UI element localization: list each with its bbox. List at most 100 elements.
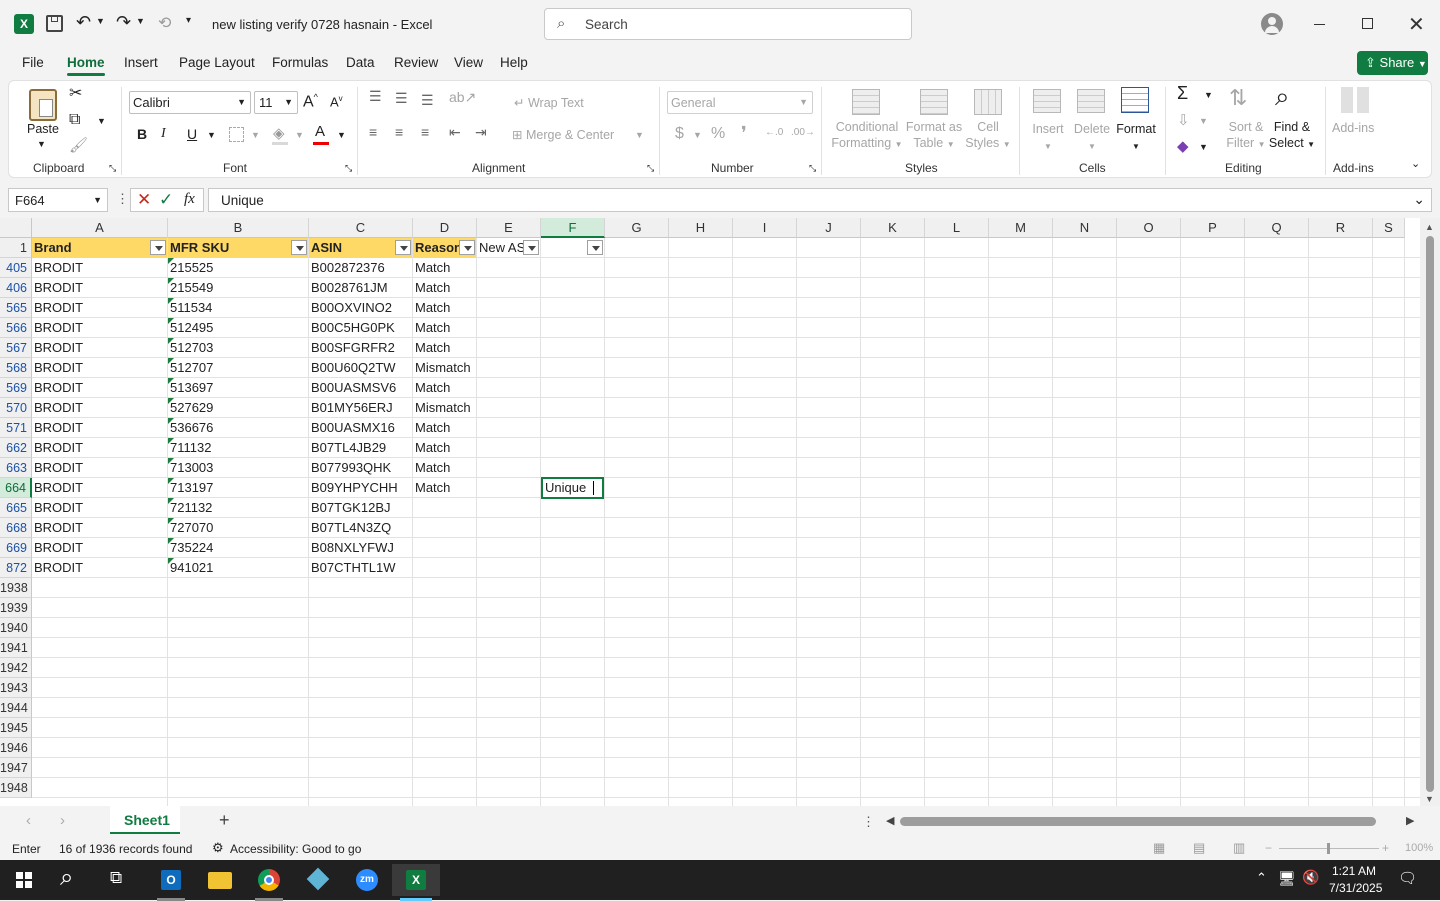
excel-taskbar-icon[interactable]: X	[392, 864, 440, 901]
customize-toolbar-icon[interactable]: ▾	[186, 15, 191, 26]
row-header[interactable]: 664	[0, 478, 32, 498]
reason-cell[interactable]: Match	[413, 378, 540, 398]
clear-icon[interactable]: ◆	[1177, 137, 1189, 155]
filter-dropdown-button[interactable]	[459, 240, 475, 255]
brand-cell[interactable]: BRODIT	[32, 518, 167, 538]
increase-indent-icon[interactable]: ⇥	[475, 124, 487, 141]
merge-center-button[interactable]: ⊞ Merge & Center	[512, 127, 614, 142]
column-header-o[interactable]: O	[1117, 218, 1181, 238]
bottom-align-icon[interactable]: ☰	[421, 92, 434, 109]
orientation-icon[interactable]: ab↗	[449, 89, 476, 106]
row-header[interactable]: 569	[0, 378, 32, 398]
insert-cells-button[interactable]: Insert ▼	[1031, 121, 1065, 155]
horizontal-scroll-thumb[interactable]	[900, 817, 1376, 826]
align-center-icon[interactable]: ≡	[395, 124, 403, 140]
row-header[interactable]: 665	[0, 498, 32, 518]
brand-cell[interactable]: BRODIT	[32, 278, 167, 298]
italic-button[interactable]: I	[161, 126, 166, 142]
start-button[interactable]	[0, 864, 48, 896]
asin-cell[interactable]: B077993QHK	[309, 458, 412, 478]
reason-cell[interactable]: Match	[413, 338, 540, 358]
filter-dropdown-button[interactable]	[291, 240, 307, 255]
row-header[interactable]: 668	[0, 518, 32, 538]
sheet-options-icon[interactable]: ⋮	[862, 814, 875, 830]
currency-icon[interactable]: $	[675, 125, 684, 143]
asin-cell[interactable]: B00UASMX16	[309, 418, 412, 438]
column-header-e[interactable]: E	[477, 218, 541, 238]
file-explorer-icon[interactable]	[196, 864, 244, 896]
format-as-table-icon[interactable]	[920, 89, 948, 115]
reason-cell[interactable]: Match	[413, 258, 540, 278]
delete-cells-button[interactable]: Delete ▼	[1073, 121, 1111, 155]
column-header-r[interactable]: R	[1309, 218, 1373, 238]
sku-cell[interactable]: 721132	[168, 498, 308, 518]
asin-cell[interactable]: B07TL4N3ZQ	[309, 518, 412, 538]
increase-font-icon[interactable]: A^	[303, 92, 318, 111]
sku-cell[interactable]: 215525	[168, 258, 308, 278]
row-header[interactable]: 663	[0, 458, 32, 478]
row-header[interactable]: 1947	[0, 758, 32, 778]
borders-dropdown-icon[interactable]: ▼	[251, 130, 260, 140]
sku-cell[interactable]: 215549	[168, 278, 308, 298]
clock-date[interactable]: 7/31/2025	[1329, 881, 1382, 895]
column-header-f[interactable]: F	[541, 218, 605, 238]
outlook-icon[interactable]: O	[147, 864, 195, 901]
asin-cell[interactable]: B00UASMSV6	[309, 378, 412, 398]
comma-icon[interactable]: ❜	[741, 123, 747, 144]
reason-cell[interactable]	[413, 558, 540, 578]
brand-cell[interactable]: BRODIT	[32, 478, 167, 498]
row-header[interactable]: 1946	[0, 738, 32, 758]
paste-dropdown-icon[interactable]: ▼	[37, 139, 46, 149]
vertical-scroll-thumb[interactable]	[1426, 236, 1434, 792]
error-indicator-icon[interactable]	[168, 498, 174, 504]
delete-cells-icon[interactable]	[1077, 89, 1105, 113]
row-header[interactable]: 1944	[0, 698, 32, 718]
fill-color-icon[interactable]: ◈	[273, 124, 285, 142]
zoom-app-icon[interactable]: zm	[343, 864, 391, 896]
error-indicator-icon[interactable]	[168, 358, 174, 364]
error-indicator-icon[interactable]	[168, 458, 174, 464]
row-header[interactable]: 1943	[0, 678, 32, 698]
repeat-icon[interactable]: ⟲	[158, 13, 171, 33]
add-sheet-button[interactable]: +	[219, 810, 230, 831]
copy-icon[interactable]: ⧉	[69, 111, 80, 129]
sku-cell[interactable]: 711132	[168, 438, 308, 458]
find-select-button[interactable]: Find & Select ▼	[1267, 119, 1317, 153]
account-avatar[interactable]	[1261, 13, 1283, 35]
reason-cell[interactable]: Mismatch	[413, 358, 540, 378]
increase-decimal-icon[interactable]: ←.0	[765, 127, 783, 138]
filter-dropdown-button[interactable]	[395, 240, 411, 255]
asin-cell[interactable]: B0028761JM	[309, 278, 412, 298]
underline-button[interactable]: U	[187, 126, 197, 142]
font-name-select[interactable]: Calibri ▼	[129, 91, 251, 114]
tab-formulas[interactable]: Formulas	[272, 55, 328, 70]
sku-cell[interactable]: 536676	[168, 418, 308, 438]
merge-dropdown-icon[interactable]: ▼	[635, 130, 644, 140]
tab-page-layout[interactable]: Page Layout	[179, 55, 255, 70]
paste-icon[interactable]	[29, 89, 57, 121]
page-layout-view-icon[interactable]: ▤	[1193, 840, 1205, 856]
redo-dropdown-icon[interactable]: ▼	[136, 16, 145, 26]
error-indicator-icon[interactable]	[168, 298, 174, 304]
normal-view-icon[interactable]: ▦	[1153, 840, 1165, 856]
brand-cell[interactable]: BRODIT	[32, 498, 167, 518]
column-header-b[interactable]: B	[168, 218, 309, 238]
number-launcher-icon[interactable]: ⤡	[809, 163, 816, 174]
undo-dropdown-icon[interactable]: ▼	[96, 16, 105, 26]
format-cells-icon[interactable]	[1121, 87, 1149, 113]
row-header[interactable]: 570	[0, 398, 32, 418]
column-header-k[interactable]: K	[861, 218, 925, 238]
row-header[interactable]: 662	[0, 438, 32, 458]
close-icon[interactable]: ✕	[1408, 12, 1425, 37]
borders-icon[interactable]	[229, 127, 244, 142]
error-indicator-icon[interactable]	[168, 378, 174, 384]
vertical-scrollbar[interactable]: ▲ ▼	[1420, 218, 1440, 806]
font-size-select[interactable]: 11 ▼	[254, 91, 298, 114]
row-header[interactable]: 567	[0, 338, 32, 358]
collapse-ribbon-icon[interactable]: ⌄	[1411, 157, 1420, 170]
more-options-icon[interactable]: ⋮	[116, 191, 129, 207]
sku-cell[interactable]: 527629	[168, 398, 308, 418]
sku-cell[interactable]: 513697	[168, 378, 308, 398]
asin-cell[interactable]: B08NXLYFWJ	[309, 538, 412, 558]
header-cell[interactable]	[605, 238, 668, 258]
